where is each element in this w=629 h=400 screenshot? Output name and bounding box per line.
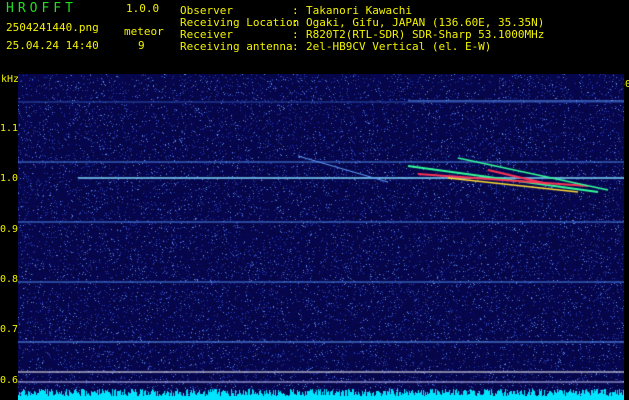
y-tick-label: 0.8 — [0, 273, 19, 285]
y-tick-label: 1.1 — [0, 123, 19, 134]
y-tick-label: 0.9 — [0, 223, 19, 235]
app-version: 1.0.0 — [126, 2, 160, 15]
info-separator: : — [292, 40, 299, 53]
y-tick-label: 0.6 — [0, 374, 19, 386]
meteor-count: 9 — [138, 39, 145, 52]
capture-datetime: 25.04.24 14:40 — [6, 39, 99, 52]
spectrogram — [18, 74, 624, 400]
info-value-antenna: 2el-HB9CV Vertical (el. E-W) — [306, 40, 492, 53]
meteor-label: meteor — [124, 25, 164, 38]
y-tick-label: 0.7 — [0, 324, 19, 336]
filename: 2504241440.png — [6, 21, 99, 34]
header-panel: HROFFT 1.0.0 2504241440.png 25.04.24 14:… — [0, 0, 629, 72]
y-axis-unit: kHz — [1, 74, 20, 85]
app-name: HROFFT — [6, 1, 77, 16]
info-key-antenna: Receiving antenna — [180, 40, 293, 53]
y-tick-label: 1.0 — [0, 173, 19, 185]
